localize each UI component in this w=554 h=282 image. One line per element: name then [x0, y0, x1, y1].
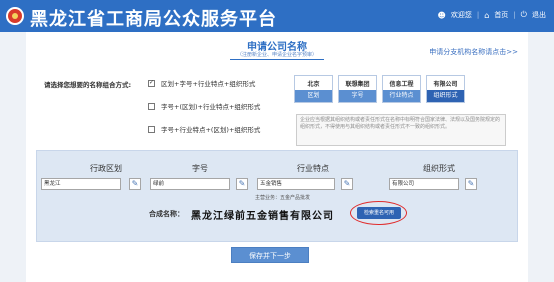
name-compose-panel: 行政区划 字号 行业特点 组织形式 黑龙江 ✎ 绿前 ✎ 五金销售 ✎ 有限公司… — [36, 150, 518, 242]
save-next-button[interactable]: 保存并下一步 — [231, 247, 309, 263]
header-region: 行政区划 — [90, 164, 122, 173]
top-header: 黑龙江省工商局公众服务平台 ☻ 欢迎您 | ⌂ 首页 | ⏻ 退出 — [0, 0, 554, 32]
name-part-cards: 北京 区划 联想集团 字号 信息工程 行业特点 有限公司 组织形式 — [294, 75, 465, 103]
nav-separator: | — [513, 11, 516, 19]
checkbox[interactable] — [148, 102, 155, 110]
combo-option-text: 字号+行业特点+(区划)+组织形式 — [161, 126, 261, 134]
welcome-link[interactable]: 欢迎您 — [451, 10, 472, 20]
edit-icon[interactable]: ✎ — [341, 178, 353, 190]
org-form-input[interactable]: 有限公司 — [389, 178, 459, 190]
card-brand[interactable]: 联想集团 字号 — [338, 75, 377, 103]
site-title: 黑龙江省工商局公众服务平台 — [30, 9, 277, 30]
main-content: 申请公司名称 （注册新企业、申请企业名字预审） 申请分支机构名称请点击>> 请选… — [26, 32, 528, 282]
edit-icon[interactable]: ✎ — [465, 178, 477, 190]
power-icon: ⏻ — [520, 10, 527, 19]
logout-link[interactable]: 退出 — [532, 10, 546, 20]
edit-icon[interactable]: ✎ — [129, 178, 141, 190]
region-input[interactable]: 黑龙江 — [41, 178, 121, 190]
red-highlight-circle — [350, 201, 407, 225]
card-label: 组织形式 — [427, 90, 464, 102]
branch-apply-link[interactable]: 申请分支机构名称请点击>> — [429, 47, 518, 57]
card-stamp: 信息工程 — [389, 81, 414, 88]
combo-option-1[interactable]: ✓ 区划+字号+行业特点+组织形式 — [148, 78, 255, 88]
combo-label: 请选择您想要的名称组合方式: — [44, 81, 132, 89]
brand-input[interactable]: 绿前 — [150, 178, 230, 190]
checkbox[interactable] — [148, 125, 155, 133]
result-label: 合成名称： — [149, 210, 184, 218]
combo-option-text: 字号+(区划)+行业特点+组织形式 — [161, 103, 261, 111]
header-org-form: 组织形式 — [423, 164, 455, 173]
industry-input[interactable]: 五金销售 — [257, 178, 335, 190]
card-industry[interactable]: 信息工程 行业特点 — [382, 75, 421, 103]
header-nav: ☻ 欢迎您 | ⌂ 首页 | ⏻ 退出 — [438, 10, 546, 20]
home-icon: ⌂ — [484, 10, 490, 20]
card-region[interactable]: 北京 区划 — [294, 75, 333, 103]
user-icon: ☻ — [437, 10, 446, 20]
card-label: 行业特点 — [383, 90, 420, 102]
combo-option-3[interactable]: 字号+行业特点+(区划)+组织形式 — [148, 124, 260, 134]
card-org-form[interactable]: 有限公司 组织形式 — [426, 75, 465, 103]
card-stamp: 联想集团 — [345, 81, 370, 88]
card-stamp: 有限公司 — [433, 81, 458, 88]
main-business-text: 主营业务：五金产品批发 — [255, 195, 311, 201]
result-company-name: 黑龙江绿前五金销售有限公司 — [191, 211, 334, 222]
header-industry: 行业特点 — [297, 164, 329, 173]
org-form-note: 企业应当根据其组织结构或者责任形式在名称中标明符合国家法律、法规以及国务院规定的… — [296, 114, 506, 146]
card-label: 字号 — [339, 90, 376, 102]
combo-option-2[interactable]: 字号+(区划)+行业特点+组织形式 — [148, 101, 260, 111]
card-label: 区划 — [295, 90, 332, 102]
emblem-logo-icon — [6, 7, 24, 25]
card-stamp: 北京 — [307, 81, 320, 88]
home-link[interactable]: 首页 — [494, 10, 508, 20]
title-underline — [230, 59, 324, 60]
nav-separator: | — [476, 11, 480, 19]
edit-icon[interactable]: ✎ — [236, 178, 248, 190]
checkbox-checked[interactable]: ✓ — [148, 79, 155, 87]
header-brand: 字号 — [192, 164, 208, 173]
combo-option-text: 区划+字号+行业特点+组织形式 — [161, 80, 256, 88]
